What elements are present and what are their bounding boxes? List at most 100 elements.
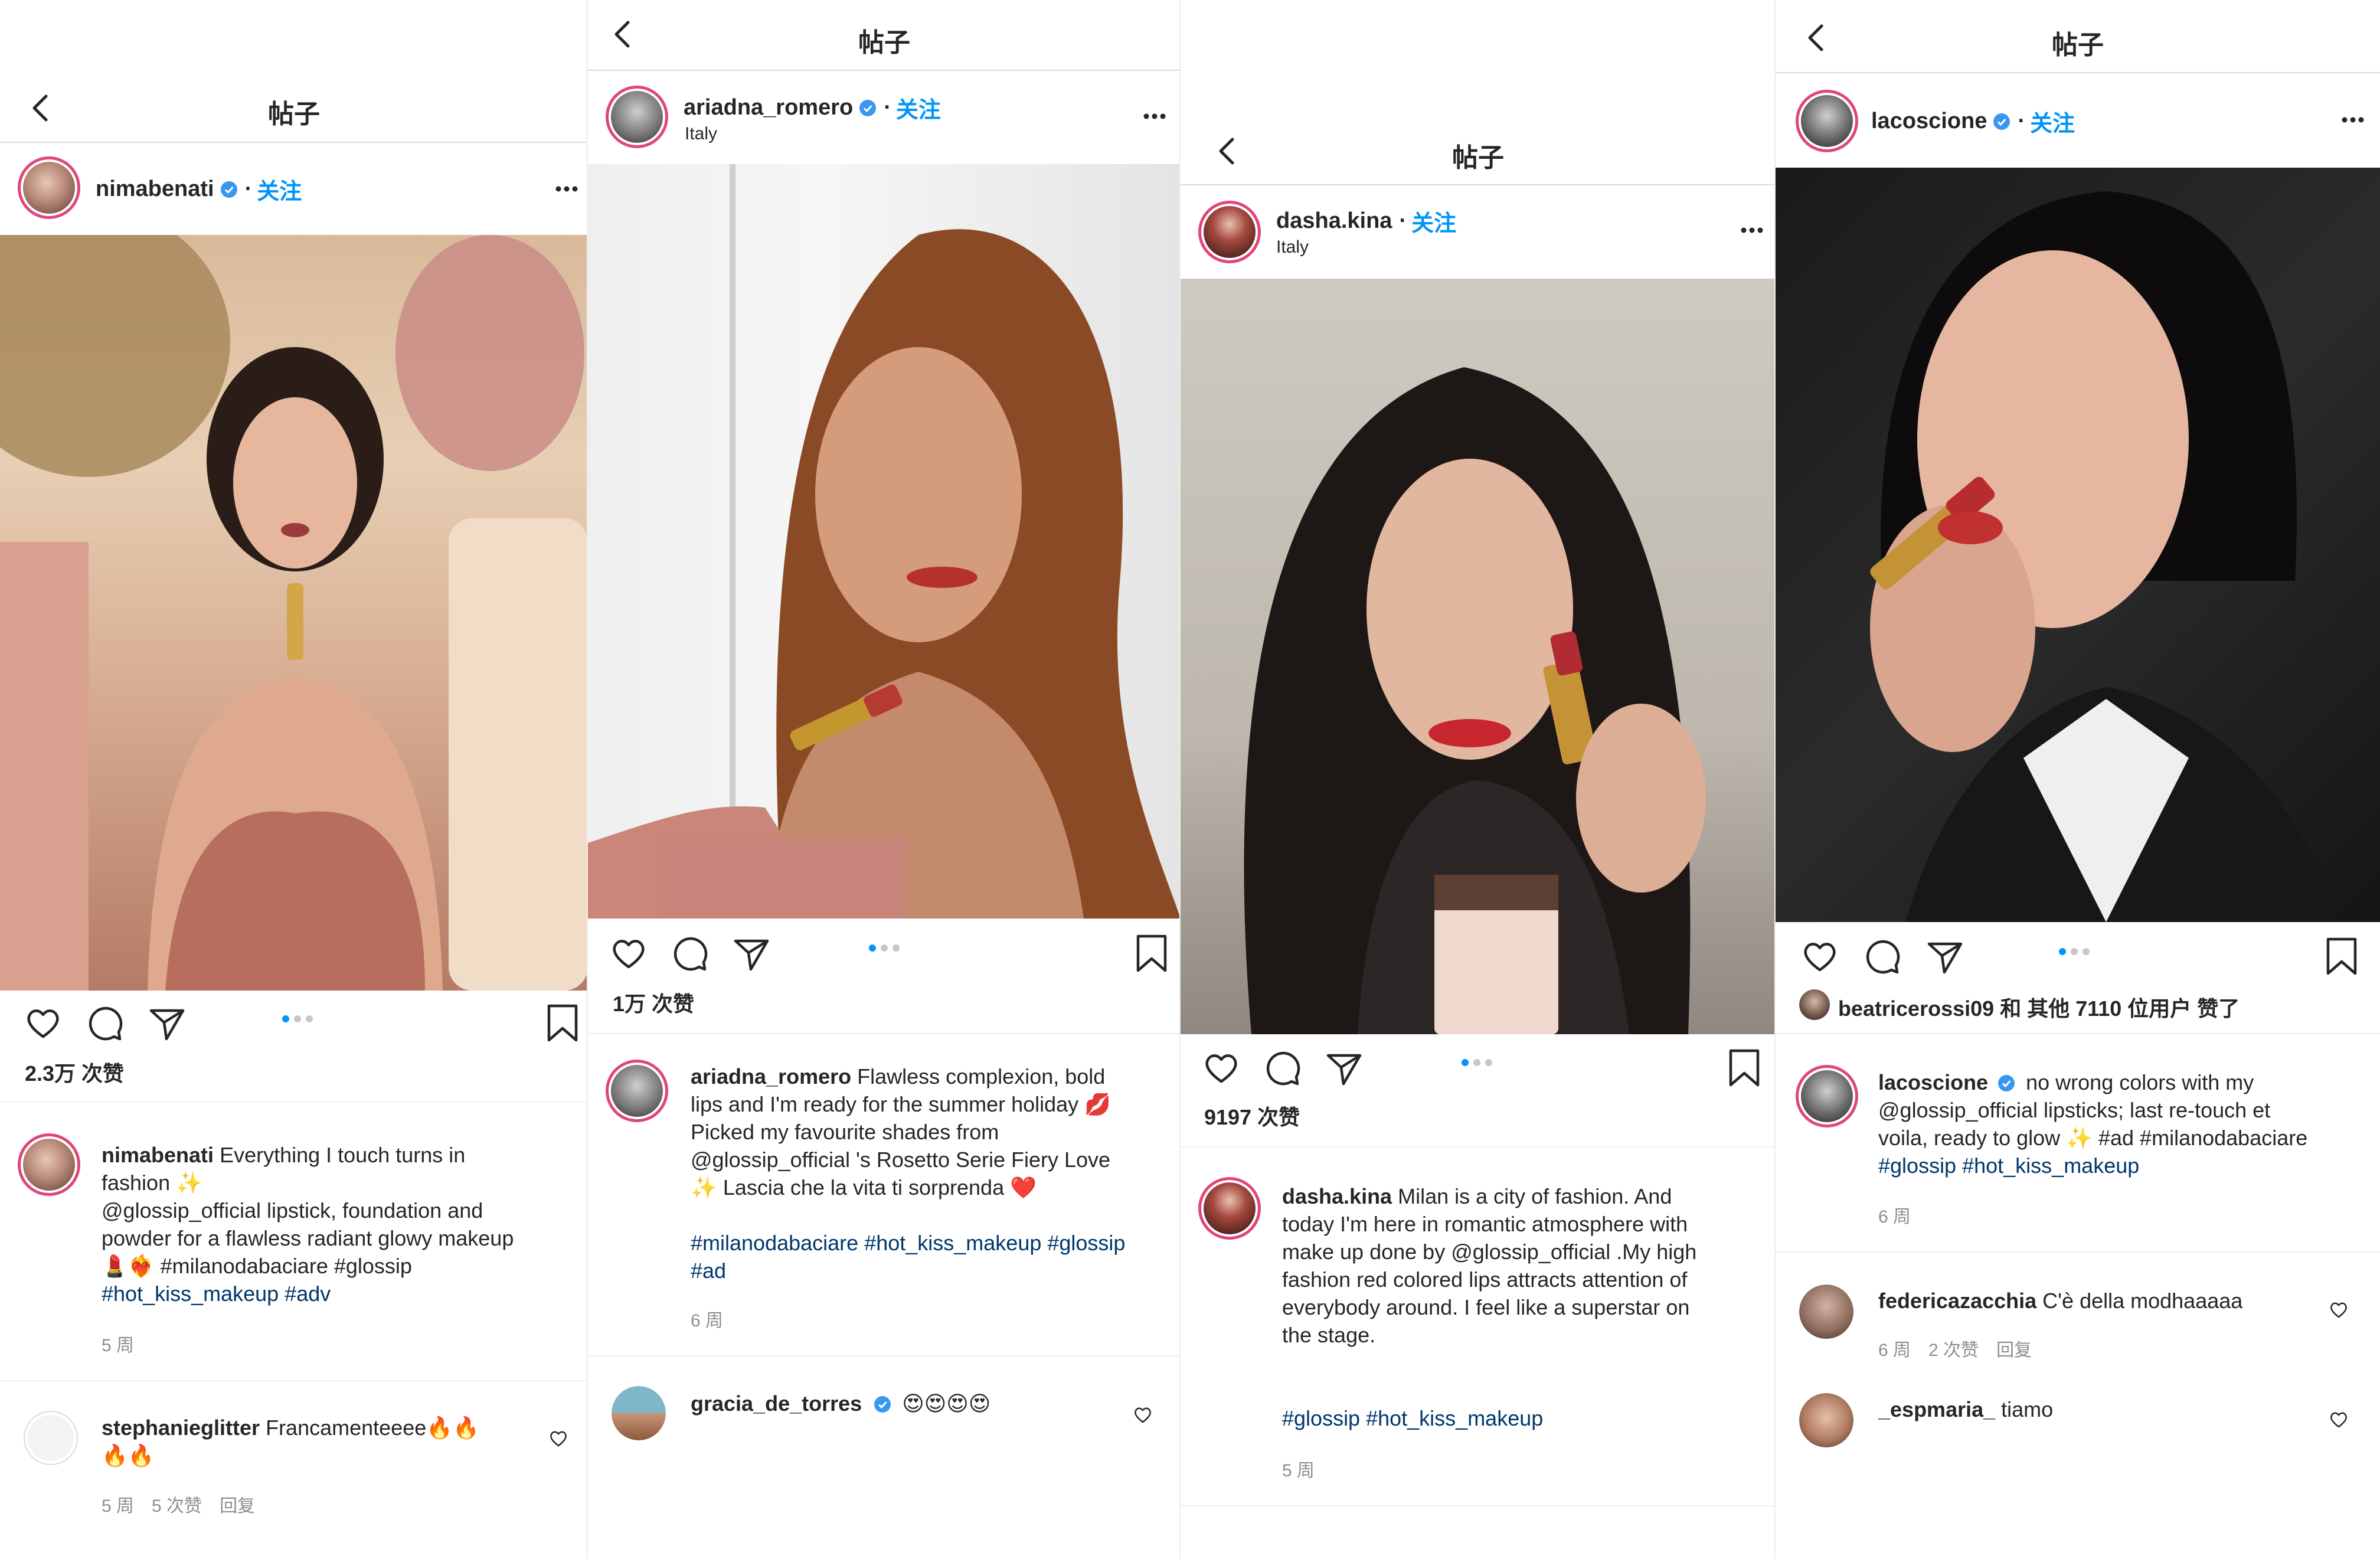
post-time: 6 周 <box>691 1311 724 1331</box>
username[interactable]: lacoscione <box>1871 109 1987 134</box>
avatar[interactable] <box>606 86 668 148</box>
heart-icon[interactable] <box>22 1002 64 1044</box>
comment-icon[interactable] <box>1262 1047 1303 1089</box>
verified-badge-icon <box>1993 113 2010 130</box>
avatar[interactable] <box>1799 1285 1853 1339</box>
page-title: 帖子 <box>2052 31 2104 60</box>
comment-icon[interactable] <box>669 933 711 974</box>
top-bar: 帖子 <box>588 0 1181 71</box>
follow-button[interactable]: 关注 <box>1411 205 1456 237</box>
verified-badge-icon <box>859 99 877 116</box>
likes-count[interactable]: 1万 次赞 <box>613 987 694 1018</box>
avatar[interactable] <box>1799 989 1830 1020</box>
heart-icon[interactable] <box>1201 1047 1242 1089</box>
post-photo[interactable] <box>1776 168 2380 922</box>
top-bar: 帖子 <box>0 74 588 143</box>
post-panel-ariadna_romero: 帖子 ariadna_romero · 关注 Italy 1万 次赞 ariad… <box>588 0 1181 1559</box>
more-options-icon[interactable] <box>549 180 584 198</box>
share-icon[interactable] <box>731 933 772 974</box>
comment-like-icon[interactable] <box>548 1427 569 1449</box>
carousel-indicator <box>869 944 900 952</box>
share-icon[interactable] <box>1323 1047 1365 1089</box>
share-icon[interactable] <box>1924 936 1966 977</box>
comment-meta: 6 周2 次赞 回复 <box>1878 1341 2032 1360</box>
username[interactable]: dasha.kina <box>1276 208 1392 234</box>
post-location[interactable]: Italy <box>685 124 717 144</box>
bookmark-icon[interactable] <box>2321 936 2362 977</box>
avatar[interactable] <box>18 1133 80 1196</box>
username[interactable]: nimabenati <box>96 177 214 202</box>
more-options-icon[interactable] <box>2335 111 2371 129</box>
avatar[interactable] <box>606 1060 668 1122</box>
comment: gracia_de_torres 😍😍😍😍 <box>691 1391 991 1416</box>
follow-button[interactable]: 关注 <box>257 173 302 205</box>
caption-username[interactable]: nimabenati <box>102 1143 214 1167</box>
follow-button[interactable]: 关注 <box>896 91 941 124</box>
carousel-indicator <box>1462 1059 1492 1066</box>
post-time: 5 周 <box>1282 1461 1315 1480</box>
avatar[interactable] <box>1799 1393 1853 1447</box>
comment-like-icon[interactable] <box>2328 1299 2349 1320</box>
share-icon[interactable] <box>146 1002 188 1044</box>
post-panel-dasha-kina: 帖子 dasha.kina · 关注 Italy 9197 次赞 dasha.k… <box>1181 0 1776 1559</box>
avatar[interactable] <box>1796 90 1858 152</box>
post-photo[interactable] <box>588 164 1181 919</box>
carousel-indicator <box>282 1015 313 1022</box>
avatar[interactable] <box>1198 1177 1261 1240</box>
post-photo[interactable] <box>0 235 588 991</box>
follow-button[interactable]: 关注 <box>2030 105 2075 138</box>
caption-username[interactable]: ariadna_romero <box>691 1064 851 1089</box>
post-author-row: dasha.kina · 关注 <box>1276 205 1456 237</box>
post-author-row: ariadna_romero · 关注 <box>684 91 941 124</box>
post-caption: dasha.kina Milan is a city of fashion. A… <box>1282 1184 1697 1430</box>
bookmark-icon[interactable] <box>1131 933 1172 974</box>
comment-like-icon[interactable] <box>1132 1404 1153 1425</box>
more-options-icon[interactable] <box>1137 107 1172 125</box>
caption-username[interactable]: dasha.kina <box>1282 1184 1392 1208</box>
avatar[interactable] <box>24 1411 78 1465</box>
post-location[interactable]: Italy <box>1276 237 1309 257</box>
likes-summary[interactable]: beatricerossi09 和 其他 7110 位用户 赞了 <box>1838 992 2240 1022</box>
verified-badge-icon <box>1998 1075 2015 1091</box>
reply-link[interactable]: 回复 <box>1996 1341 2032 1360</box>
reply-link[interactable]: 回复 <box>220 1496 255 1516</box>
top-bar: 帖子 <box>1776 0 2380 73</box>
comment-icon[interactable] <box>1862 936 1903 977</box>
likes-count[interactable]: 9197 次赞 <box>1204 1100 1300 1131</box>
avatar[interactable] <box>1796 1065 1858 1127</box>
heart-icon[interactable] <box>1799 936 1840 977</box>
comment-username[interactable]: gracia_de_torres <box>691 1391 862 1416</box>
carousel-indicator <box>2059 948 2090 955</box>
comment-username[interactable]: _espmaria_ <box>1878 1397 1995 1421</box>
page-title: 帖子 <box>268 100 320 129</box>
avatar[interactable] <box>1198 201 1261 263</box>
likes-count[interactable]: 2.3万 次赞 <box>25 1057 124 1087</box>
post-panel-lacoscione: 帖子 lacoscione · 关注 beatricerossi09 和 其他 … <box>1776 0 2380 1559</box>
heart-icon[interactable] <box>608 933 649 974</box>
post-caption: nimabenati Everything I touch turns in f… <box>102 1143 514 1306</box>
post-caption: ariadna_romero Flawless complexion, bold… <box>691 1064 1126 1283</box>
avatar[interactable] <box>18 156 80 219</box>
comment-icon[interactable] <box>84 1002 126 1044</box>
comment-meta: 5 周5 次赞 回复 <box>102 1496 256 1516</box>
caption-username[interactable]: lacoscione <box>1878 1070 1988 1094</box>
comment-username[interactable]: stephanieglitter <box>102 1416 260 1440</box>
comment-like-icon[interactable] <box>2328 1408 2349 1430</box>
top-bar: 帖子 <box>1181 116 1776 185</box>
page-title: 帖子 <box>1452 143 1504 172</box>
username[interactable]: ariadna_romero <box>684 95 853 120</box>
post-time: 5 周 <box>102 1336 135 1355</box>
verified-badge-icon <box>874 1396 891 1413</box>
bookmark-icon[interactable] <box>542 1002 583 1044</box>
bookmark-icon[interactable] <box>1724 1047 1765 1089</box>
post-author-row: lacoscione · 关注 <box>1871 105 2075 138</box>
post-author-row: nimabenati · 关注 <box>96 173 302 205</box>
comment-username[interactable]: federicazacchia <box>1878 1289 2036 1313</box>
post-panel-nimabenati: 帖子 nimabenati · 关注 2.3万 次赞 nimabenati Ev… <box>0 0 588 1559</box>
comment: _espmaria_ tiamo <box>1878 1397 2054 1421</box>
more-options-icon[interactable] <box>1734 221 1770 239</box>
comment: federicazacchia C'è della modhaaaaa <box>1878 1289 2243 1313</box>
post-photo[interactable] <box>1181 279 1776 1034</box>
page-title: 帖子 <box>858 28 910 57</box>
avatar[interactable] <box>612 1386 666 1440</box>
